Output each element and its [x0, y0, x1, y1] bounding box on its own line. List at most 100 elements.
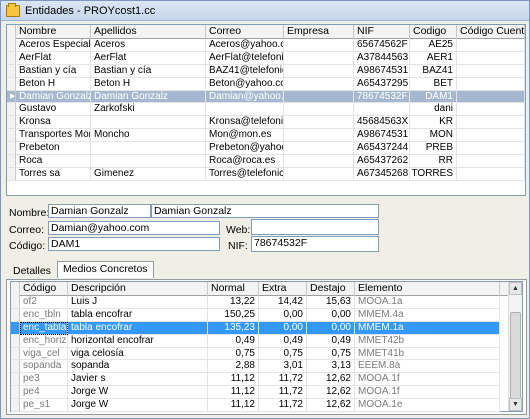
cell-destajo[interactable]: 0,75 [307, 347, 355, 361]
cell-cuenta[interactable] [457, 39, 525, 52]
cell-destajo[interactable]: 12,62 [307, 386, 355, 400]
cell-nombre[interactable]: Torres sa [16, 167, 91, 181]
cell-correo[interactable]: Aceros@yahoo.com [206, 39, 284, 52]
column-header-normal[interactable]: Normal [208, 282, 259, 296]
table-row[interactable]: Torres saGimenezTorres@telefonica.e A6734… [7, 167, 525, 181]
cell-nif[interactable]: 65674562F [354, 39, 410, 52]
cell-codigo[interactable]: dani [410, 103, 457, 117]
title-bar[interactable]: Entidades - PROYcost1.cc [1, 1, 529, 21]
cell-codigo[interactable]: AE25 [410, 39, 457, 52]
row-indicator[interactable] [7, 77, 16, 91]
medios-vertical-scrollbar[interactable]: ▲ ▼ [508, 282, 522, 411]
cell-elemento[interactable]: MMEM.4a [355, 308, 500, 322]
table-row[interactable]: Prebeton Prebeton@yahoo.co A65437244PREB [7, 142, 525, 156]
cell-empresa[interactable] [284, 155, 354, 168]
row-indicator[interactable] [7, 51, 16, 65]
cell-nombre[interactable]: AerFlat [16, 51, 91, 65]
cell-cuenta[interactable] [457, 64, 525, 78]
cell-apellidos[interactable]: Gimenez [91, 167, 206, 181]
cell-extra[interactable]: 11,72 [259, 386, 307, 400]
table-row[interactable]: viga_cel viga celosía 0,75 0,75 0,75 MMET41b [11, 347, 522, 361]
scroll-thumb[interactable] [510, 312, 521, 402]
cell-descripcion[interactable]: Luis J [68, 296, 208, 309]
cell-cuenta[interactable] [457, 103, 525, 117]
table-row[interactable]: enc_tbln tabla encofrar 150,25 0,00 0,00 MMEM… [11, 308, 522, 322]
cell-cuenta[interactable] [457, 129, 525, 143]
cell-cuenta[interactable] [457, 51, 525, 65]
column-header-elemento[interactable]: Elemento [355, 282, 500, 296]
cell-codigo[interactable]: KR [410, 116, 457, 130]
entities-grid[interactable]: Nombre Apellidos Correo Empresa NIF Codi… [6, 24, 526, 196]
nif-field[interactable]: 78674532F [251, 236, 379, 252]
cell-empresa[interactable] [284, 167, 354, 181]
cell-apellidos[interactable]: Moncho [91, 129, 206, 143]
table-row[interactable]: ▶ Damian Gonzalz Damian Gonzalz Damian@yaho… [7, 90, 525, 104]
cell-extra[interactable]: 0,75 [259, 347, 307, 361]
cell-nif[interactable] [354, 103, 410, 117]
cell-codigo[interactable]: enc_tbln [20, 308, 68, 322]
cell-normal[interactable]: 13,22 [208, 296, 259, 309]
table-row[interactable]: sopanda sopanda 2,88 3,01 3,13 EEEM.8a [11, 360, 522, 374]
cell-cuenta[interactable] [457, 90, 525, 104]
cell-nif[interactable]: A67345268 [354, 167, 410, 181]
cell-extra[interactable]: 14,42 [259, 296, 307, 309]
cell-nombre[interactable]: Roca [16, 155, 91, 168]
cell-descripcion[interactable]: Jorge W [68, 399, 208, 413]
cell-elemento[interactable]: EEEM.8a [355, 360, 500, 374]
cell-codigo[interactable]: pe3 [20, 373, 68, 387]
cell-apellidos[interactable] [91, 155, 206, 168]
cell-extra[interactable]: 3,01 [259, 360, 307, 374]
row-indicator[interactable] [7, 39, 16, 52]
column-header-nombre[interactable]: Nombre [16, 25, 91, 39]
cell-correo[interactable]: BAZ41@telefonica.e [206, 64, 284, 78]
cell-codigo[interactable]: enc_tabla [20, 321, 68, 335]
cell-codigo[interactable]: enc_horiz [20, 334, 68, 348]
cell-elemento[interactable]: MOOA.1f [355, 373, 500, 387]
cell-codigo[interactable]: viga_cel [20, 347, 68, 361]
cell-normal[interactable]: 11,12 [208, 386, 259, 400]
cell-cuenta[interactable] [457, 116, 525, 130]
scroll-down-button[interactable]: ▼ [509, 398, 522, 411]
cell-nombre[interactable]: Aceros Especiales [16, 39, 91, 52]
cell-correo[interactable]: Roca@roca.es [206, 155, 284, 168]
cell-cuenta[interactable] [457, 167, 525, 181]
table-row[interactable]: enc_tabla tabla encofrar 135,23 0,00 0,00 MME… [11, 321, 522, 335]
table-row[interactable]: pe4 Jorge W 11,12 11,72 12,62 MOOA.1f [11, 386, 522, 400]
cell-cuenta[interactable] [457, 155, 525, 168]
cell-descripcion[interactable]: Javier s [68, 373, 208, 387]
cell-normal[interactable]: 0,75 [208, 347, 259, 361]
cell-apellidos[interactable]: Aceros [91, 39, 206, 52]
row-indicator[interactable] [11, 308, 20, 322]
cell-extra[interactable]: 0,00 [259, 308, 307, 322]
cell-codigo[interactable]: pe4 [20, 386, 68, 400]
table-row[interactable]: Gustavo Zarkofski dani [7, 103, 525, 117]
table-row[interactable]: pe_s1 Jorge W 11,12 11,72 12,62 MOOA.1e [11, 399, 522, 413]
cell-empresa[interactable] [284, 129, 354, 143]
cell-destajo[interactable]: 15,63 [307, 296, 355, 309]
row-indicator[interactable] [7, 64, 16, 78]
cell-correo[interactable]: AerFlat@telefonica.e [206, 51, 284, 65]
cell-empresa[interactable] [284, 142, 354, 156]
column-header-descripcion[interactable]: Descripción [68, 282, 208, 296]
cell-descripcion[interactable]: Jorge W [68, 386, 208, 400]
cell-codigo[interactable]: TORRES [410, 167, 457, 181]
cell-normal[interactable]: 11,12 [208, 373, 259, 387]
cell-normal[interactable]: 2,88 [208, 360, 259, 374]
table-row[interactable]: Roca Roca@roca.es A65437262 RR [7, 155, 525, 168]
row-indicator[interactable] [7, 103, 16, 117]
cell-correo[interactable]: Prebeton@yahoo.co [206, 142, 284, 156]
row-indicator[interactable] [7, 116, 16, 130]
table-row[interactable]: Transportes Mon Moncho Mon@mon.es A98674531… [7, 129, 525, 143]
cell-elemento[interactable]: MMET42b [355, 334, 500, 348]
cell-correo[interactable]: Kronsa@telefonica.r [206, 116, 284, 130]
cell-nif[interactable]: A65437295 [354, 77, 410, 91]
cell-normal[interactable]: 135,23 [208, 321, 259, 335]
cell-destajo[interactable]: 3,13 [307, 360, 355, 374]
column-header-codigo[interactable]: Código [20, 282, 68, 296]
table-row[interactable]: of2 Luis J 13,22 14,42 15,63 MOOA.1a [11, 296, 522, 309]
cell-empresa[interactable] [284, 116, 354, 130]
cell-codigo[interactable]: BET [410, 77, 457, 91]
cell-codigo[interactable]: PREB [410, 142, 457, 156]
cell-correo[interactable]: Torres@telefonica.e [206, 167, 284, 181]
cell-elemento[interactable]: MOOA.1e [355, 399, 500, 413]
